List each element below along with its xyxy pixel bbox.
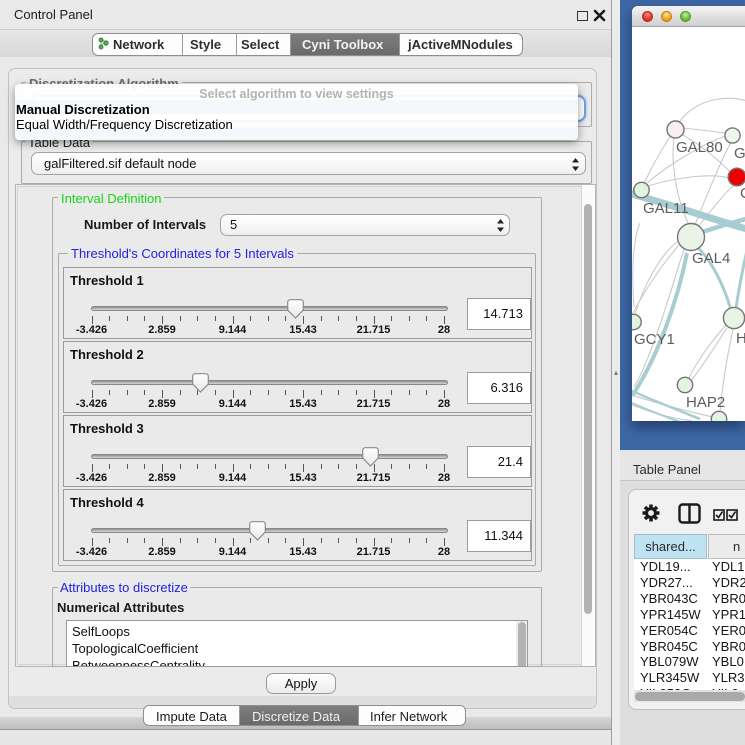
svg-text:GCY1: GCY1 (634, 331, 675, 348)
svg-text:GAL3: GAL3 (734, 145, 745, 162)
svg-text:GAL4: GAL4 (692, 250, 730, 267)
svg-text:HAP2: HAP2 (686, 394, 725, 411)
svg-text:HIS4: HIS4 (736, 330, 745, 347)
svg-text:GAL80: GAL80 (676, 139, 723, 156)
svg-text:GAL11: GAL11 (643, 200, 689, 217)
svg-text:CRZ1: CRZ1 (740, 185, 745, 202)
